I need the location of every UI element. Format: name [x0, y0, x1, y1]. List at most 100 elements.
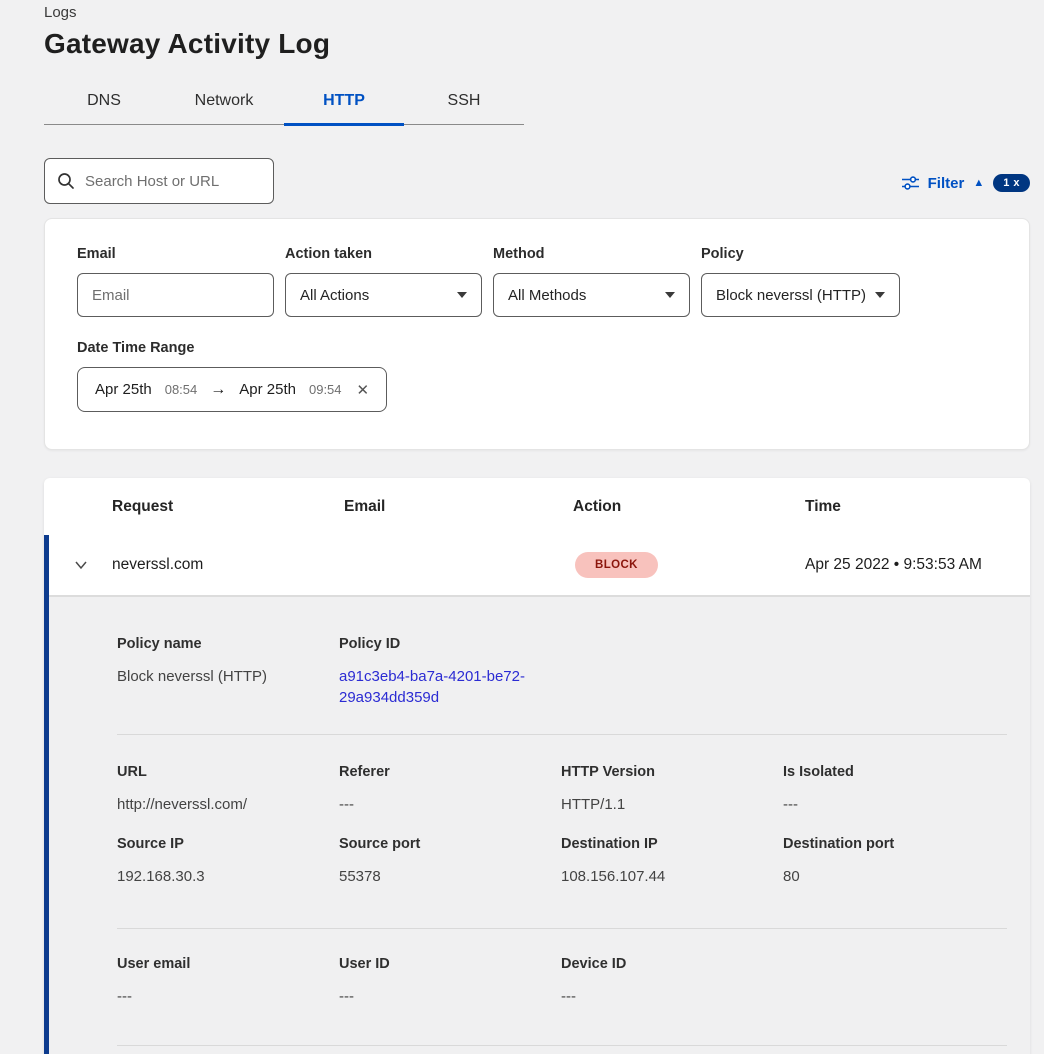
filter-panel: Email Action taken All Actions Method Al… — [44, 218, 1030, 450]
chevron-down-icon — [665, 292, 675, 298]
filter-controls[interactable]: Filter ▲ 1 x — [902, 174, 1030, 204]
user-id-label: User ID — [339, 956, 561, 972]
detail-referer: Referer --- — [339, 764, 561, 815]
chevron-down-icon — [875, 292, 885, 298]
http-details-section: URL http://neverssl.com/ Referer --- HTT… — [117, 735, 1007, 929]
is-isolated-value: --- — [783, 794, 1005, 815]
row-time: Apr 25 2022 • 9:53:53 AM — [805, 556, 1030, 574]
column-header-email: Email — [344, 498, 573, 516]
row-action: BLOCK — [573, 552, 805, 578]
detail-http-version: HTTP Version HTTP/1.1 — [561, 764, 783, 815]
collapse-caret-icon[interactable]: ▲ — [973, 178, 984, 189]
policy-id-label: Policy ID — [339, 636, 561, 652]
filter-field-email: Email — [77, 246, 274, 317]
column-header-time: Time — [805, 498, 1030, 516]
method-select[interactable]: All Methods — [493, 273, 690, 317]
search-input[interactable] — [44, 158, 274, 204]
source-ip-label: Source IP — [117, 836, 339, 852]
table-header: Request Email Action Time — [44, 478, 1030, 535]
detail-is-isolated: Is Isolated --- — [783, 764, 1005, 815]
clear-date-range-icon[interactable]: ✕ — [357, 381, 370, 399]
http-version-label: HTTP Version — [561, 764, 783, 780]
tab-dns[interactable]: DNS — [44, 82, 164, 124]
column-header-action: Action — [573, 498, 805, 516]
method-value: All Methods — [508, 287, 586, 304]
block-status-badge: BLOCK — [575, 552, 658, 578]
row-expand-toggle[interactable] — [49, 559, 112, 571]
breadcrumb: Logs — [44, 4, 1030, 21]
detail-source-port: Source port 55378 — [339, 836, 561, 887]
detail-destination-ip: Destination IP 108.156.107.44 — [561, 836, 783, 887]
source-port-value: 55378 — [339, 866, 561, 887]
detail-user-email: User email --- — [117, 956, 339, 1007]
detail-device-id: Device ID --- — [561, 956, 783, 1007]
policy-label: Policy — [701, 246, 900, 262]
tab-network[interactable]: Network — [164, 82, 284, 124]
start-date[interactable]: Apr 25th — [95, 381, 152, 398]
policy-section: Policy name Block neverssl (HTTP) Policy… — [117, 597, 1007, 735]
policy-value: Block neverssl (HTTP) — [716, 287, 866, 304]
search-icon — [57, 172, 75, 190]
column-header-request: Request — [112, 498, 344, 516]
table-row[interactable]: neverssl.com BLOCK Apr 25 2022 • 9:53:53… — [49, 535, 1030, 597]
date-range-label: Date Time Range — [77, 340, 997, 356]
gateway-activity-log-page: Logs Gateway Activity Log DNS Network HT… — [0, 0, 1044, 1054]
email-label: Email — [77, 246, 274, 262]
chevron-down-icon — [73, 559, 89, 571]
page-title: Gateway Activity Log — [44, 28, 1030, 60]
destination-ip-label: Destination IP — [561, 836, 783, 852]
tab-ssh[interactable]: SSH — [404, 82, 524, 124]
row-request: neverssl.com — [112, 556, 344, 574]
http-version-value: HTTP/1.1 — [561, 794, 783, 815]
filter-sliders-icon — [902, 176, 919, 190]
device-id-label: Device ID — [561, 956, 783, 972]
policy-name-label: Policy name — [117, 636, 339, 652]
detail-policy-id: Policy ID a91c3eb4-ba7a-4201-be72-29a934… — [339, 636, 561, 708]
tab-http[interactable]: HTTP — [284, 82, 404, 124]
action-taken-value: All Actions — [300, 287, 369, 304]
detail-user-id: User ID --- — [339, 956, 561, 1007]
filter-count-badge[interactable]: 1 x — [993, 174, 1030, 192]
chevron-down-icon — [457, 292, 467, 298]
detail-policy-name: Policy name Block neverssl (HTTP) — [117, 636, 339, 708]
arrow-right-icon: → — [210, 381, 226, 399]
start-time[interactable]: 08:54 — [165, 382, 198, 397]
url-label: URL — [117, 764, 339, 780]
search-box — [44, 158, 274, 204]
expanded-row-container: neverssl.com BLOCK Apr 25 2022 • 9:53:53… — [44, 535, 1030, 1054]
source-port-label: Source port — [339, 836, 561, 852]
destination-ip-value: 108.156.107.44 — [561, 866, 783, 887]
referer-value: --- — [339, 794, 561, 815]
date-range-picker[interactable]: Apr 25th 08:54 → Apr 25th 09:54 ✕ — [77, 367, 387, 412]
end-date[interactable]: Apr 25th — [239, 381, 296, 398]
source-ip-value: 192.168.30.3 — [117, 866, 339, 887]
filter-button[interactable]: Filter — [928, 175, 965, 192]
policy-name-value: Block neverssl (HTTP) — [117, 666, 339, 687]
row-details-panel: Policy name Block neverssl (HTTP) Policy… — [49, 597, 1030, 1054]
activity-log-table: Request Email Action Time neverssl.com B… — [44, 478, 1030, 1054]
detail-url: URL http://neverssl.com/ — [117, 764, 339, 815]
referer-label: Referer — [339, 764, 561, 780]
destination-port-label: Destination port — [783, 836, 1005, 852]
is-isolated-label: Is Isolated — [783, 764, 1005, 780]
end-time[interactable]: 09:54 — [309, 382, 342, 397]
user-email-label: User email — [117, 956, 339, 972]
user-details-section: User email --- User ID --- Device ID --- — [117, 929, 1007, 1046]
url-value: http://neverssl.com/ — [117, 794, 339, 815]
filter-field-action-taken: Action taken All Actions — [285, 246, 482, 317]
action-taken-select[interactable]: All Actions — [285, 273, 482, 317]
destination-port-value: 80 — [783, 866, 1005, 887]
policy-select[interactable]: Block neverssl (HTTP) — [701, 273, 900, 317]
detail-destination-port: Destination port 80 — [783, 836, 1005, 887]
action-taken-label: Action taken — [285, 246, 482, 262]
policy-id-link[interactable]: a91c3eb4-ba7a-4201-be72-29a934dd359d — [339, 666, 539, 708]
toolbar: Filter ▲ 1 x — [44, 158, 1030, 204]
user-id-value: --- — [339, 986, 561, 1007]
filter-field-method: Method All Methods — [493, 246, 690, 317]
email-input[interactable] — [77, 273, 274, 317]
detail-source-ip: Source IP 192.168.30.3 — [117, 836, 339, 887]
log-type-tabs: DNS Network HTTP SSH — [44, 82, 524, 125]
device-id-value: --- — [561, 986, 783, 1007]
user-email-value: --- — [117, 986, 339, 1007]
method-label: Method — [493, 246, 690, 262]
